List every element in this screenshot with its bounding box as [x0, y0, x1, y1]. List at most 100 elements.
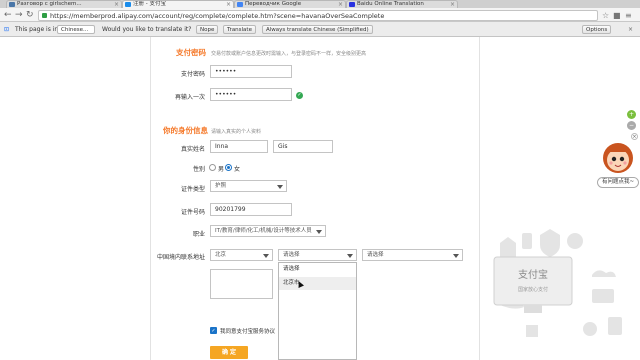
phone-icon: [522, 233, 532, 249]
helper-avatar-icon[interactable]: [600, 138, 636, 176]
illustration-subtitle: 国家放心支付: [518, 286, 548, 293]
reload-icon[interactable]: ↻: [26, 9, 34, 21]
chevron-down-icon: [277, 185, 283, 189]
language-select[interactable]: Chinese...: [57, 25, 95, 34]
tab-label: Разговор с girlschem...: [17, 1, 82, 7]
tab-chat[interactable]: Разговор с girlschem... ×: [6, 0, 122, 8]
forward-icon[interactable]: →: [15, 9, 23, 21]
city-value: 请选择: [283, 252, 300, 258]
monitor-icon: [493, 256, 573, 306]
address-label: 中国境内联系地址: [156, 254, 205, 261]
gender-male-label: 男: [218, 166, 225, 173]
chat-favicon-icon: [9, 2, 15, 7]
submit-button[interactable]: 确 定: [210, 346, 248, 359]
url-text: https://memberprod.alipay.com/account/re…: [50, 12, 385, 20]
close-translate-bar-icon[interactable]: ×: [628, 22, 633, 37]
nope-button[interactable]: Nope: [196, 25, 219, 34]
illustration-logo: 支付宝: [518, 268, 548, 281]
province-select[interactable]: 北京: [210, 249, 273, 261]
close-tab-icon[interactable]: ×: [226, 1, 231, 8]
pay-password-input[interactable]: ••••••: [210, 65, 292, 78]
cloud-icon: [592, 270, 616, 277]
menu-icon[interactable]: ≡: [625, 11, 632, 20]
city-select[interactable]: 请选择: [278, 249, 357, 261]
province-value: 北京: [215, 252, 227, 258]
translate-bar: ⊡ This page is in Chinese... Would you l…: [0, 22, 640, 37]
tab-label: Baidu Online Translation: [357, 1, 424, 7]
id-type-select[interactable]: 护照: [210, 180, 287, 192]
phone-icon: [608, 317, 622, 335]
agreement-label[interactable]: 我同意支付宝服务协议: [220, 327, 275, 335]
gender-label: 性别: [192, 166, 205, 173]
translate-prefix: This page is in: [15, 26, 59, 33]
pay-password-hint: 交易付款或账户信息更改时需输入，与登录密码不一样，安全级别更高: [211, 51, 367, 57]
back-icon[interactable]: ←: [4, 9, 12, 21]
agreement-checkbox[interactable]: ✓: [210, 327, 217, 334]
tab-label: 注册 - 支付宝: [133, 1, 166, 7]
pay-password-section-title: 支付密码: [176, 48, 206, 57]
bookmark-star-icon[interactable]: ☆: [602, 11, 609, 20]
close-tab-icon[interactable]: ×: [450, 1, 455, 8]
occupation-label: 职业: [192, 231, 205, 238]
sidebar-plus-icon[interactable]: +: [627, 110, 636, 119]
extension-icon[interactable]: ■: [613, 11, 621, 20]
wallet-icon: [592, 289, 614, 303]
last-name-input[interactable]: Gis: [273, 140, 333, 153]
street-address-textarea[interactable]: [210, 269, 273, 299]
valid-check-icon: ✓: [296, 92, 303, 99]
id-type-value: 护照: [215, 183, 227, 189]
always-translate-button[interactable]: Always translate Chinese (Simplified): [262, 25, 373, 34]
confirm-password-input[interactable]: ••••••: [210, 88, 292, 101]
lock-icon: [500, 237, 516, 257]
alipay-favicon-icon: [125, 2, 131, 7]
city-dropdown-list: 请选择 北京市: [278, 262, 357, 360]
translate-button[interactable]: Translate: [223, 25, 256, 34]
close-tab-icon[interactable]: ×: [114, 1, 119, 8]
globe-icon: [567, 233, 583, 249]
address-bar-row: ← → ↻ https://memberprod.alipay.com/acco…: [0, 8, 640, 22]
city-option[interactable]: 北京市: [279, 277, 356, 290]
help-link[interactable]: 有问题点我~: [597, 177, 639, 188]
tab-google-translate[interactable]: Переводчик Google ×: [234, 0, 346, 8]
options-button[interactable]: Options: [582, 25, 612, 34]
id-number-label: 证件号码: [180, 209, 205, 216]
sidebar-minus-icon[interactable]: −: [627, 121, 636, 130]
identity-hint: 请输入真实的个人资料: [211, 129, 262, 135]
id-number-input[interactable]: 90201799: [210, 203, 292, 216]
box-icon: [526, 325, 538, 337]
gender-female-label: 女: [234, 166, 241, 173]
occupation-select[interactable]: IT/教育/律师/化工/机械/设计等技术人员: [210, 225, 326, 237]
chevron-down-icon: [347, 254, 353, 258]
gender-female-radio[interactable]: [225, 164, 232, 171]
gender-male-radio[interactable]: [209, 164, 216, 171]
occupation-value: IT/教育/律师/化工/机械/设计等技术人员: [215, 228, 312, 234]
baidu-favicon-icon: [349, 2, 355, 7]
tab-alipay[interactable]: 注册 - 支付宝 ×: [122, 0, 234, 8]
shield-icon: [540, 229, 560, 257]
chevron-down-icon: [263, 254, 269, 258]
chevron-down-icon: [453, 254, 459, 258]
chevron-down-icon: [316, 230, 322, 234]
translate-question: Would you like to translate it?: [102, 26, 192, 33]
secure-lock-icon: [42, 13, 47, 18]
first-name-input[interactable]: Inna: [210, 140, 268, 153]
browser-tab-bar: Разговор с girlschem... × 注册 - 支付宝 × Пер…: [0, 0, 640, 8]
close-tab-icon[interactable]: ×: [338, 1, 343, 8]
monitor-stand-icon: [524, 305, 542, 313]
tab-baidu-translate[interactable]: Baidu Online Translation ×: [346, 0, 458, 8]
pay-password-label: 支付密码: [180, 71, 205, 78]
identity-section-title: 你的身份信息: [163, 126, 208, 135]
district-select[interactable]: 请选择: [362, 249, 463, 261]
registration-form: 支付密码 交易付款或账户信息更改时需输入，与登录密码不一样，安全级别更高 支付密…: [150, 37, 480, 360]
coin-icon: [583, 322, 597, 336]
real-name-label: 真实姓名: [180, 146, 205, 153]
google-translate-favicon-icon: [237, 2, 243, 7]
tab-label: Переводчик Google: [245, 1, 302, 7]
security-illustration: 支付宝 国家放心支付: [493, 229, 622, 337]
city-option[interactable]: 请选择: [279, 263, 356, 276]
confirm-password-label: 再输入一次: [174, 94, 205, 101]
translate-logo-icon: ⊡: [4, 26, 10, 33]
id-type-label: 证件类型: [180, 186, 205, 193]
district-value: 请选择: [367, 252, 384, 258]
url-input[interactable]: https://memberprod.alipay.com/account/re…: [38, 10, 598, 21]
